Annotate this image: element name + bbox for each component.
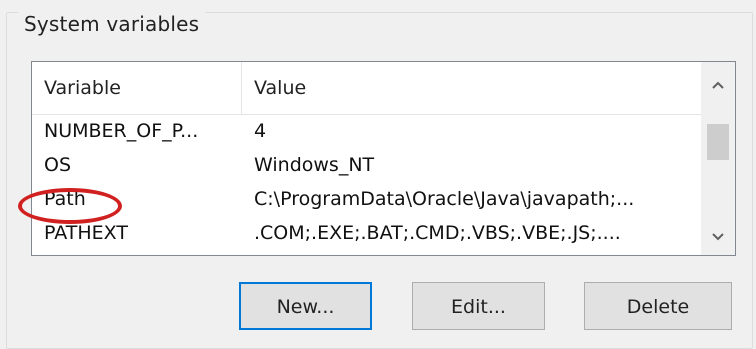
path-highlight-circle [18, 188, 122, 224]
vertical-scrollbar[interactable] [701, 62, 735, 255]
value-cell: .COM;.EXE;.BAT;.CMD;.VBS;.VBE;.JS;.... [254, 222, 621, 244]
chevron-up-icon[interactable] [701, 68, 735, 100]
group-title: System variables [18, 12, 206, 36]
value-cell: Windows_NT [254, 154, 375, 176]
column-header-value[interactable]: Value [242, 62, 703, 114]
column-header-variable[interactable]: Variable [32, 62, 242, 114]
edit-button[interactable]: Edit... [412, 282, 545, 330]
chevron-down-icon[interactable] [701, 220, 735, 252]
list-header: Variable Value [32, 62, 701, 115]
table-row-path[interactable]: Path C:\ProgramData\Oracle\Java\javapath… [32, 183, 701, 215]
variable-cell: OS [44, 154, 72, 176]
scrollbar-thumb[interactable] [707, 124, 729, 160]
table-row[interactable]: OS Windows_NT [32, 149, 701, 181]
variable-cell: NUMBER_OF_P... [44, 120, 199, 142]
table-row[interactable]: PATHEXT .COM;.EXE;.BAT;.CMD;.VBS;.VBE;.J… [32, 217, 701, 249]
new-button[interactable]: New... [239, 282, 372, 330]
value-cell: 4 [254, 120, 267, 142]
value-cell: C:\ProgramData\Oracle\Java\javapath;... [254, 188, 635, 210]
delete-button[interactable]: Delete [584, 282, 732, 330]
table-row[interactable]: NUMBER_OF_P... 4 [32, 115, 701, 147]
system-variables-list[interactable]: Variable Value NUMBER_OF_P... 4 OS Windo… [31, 61, 736, 256]
